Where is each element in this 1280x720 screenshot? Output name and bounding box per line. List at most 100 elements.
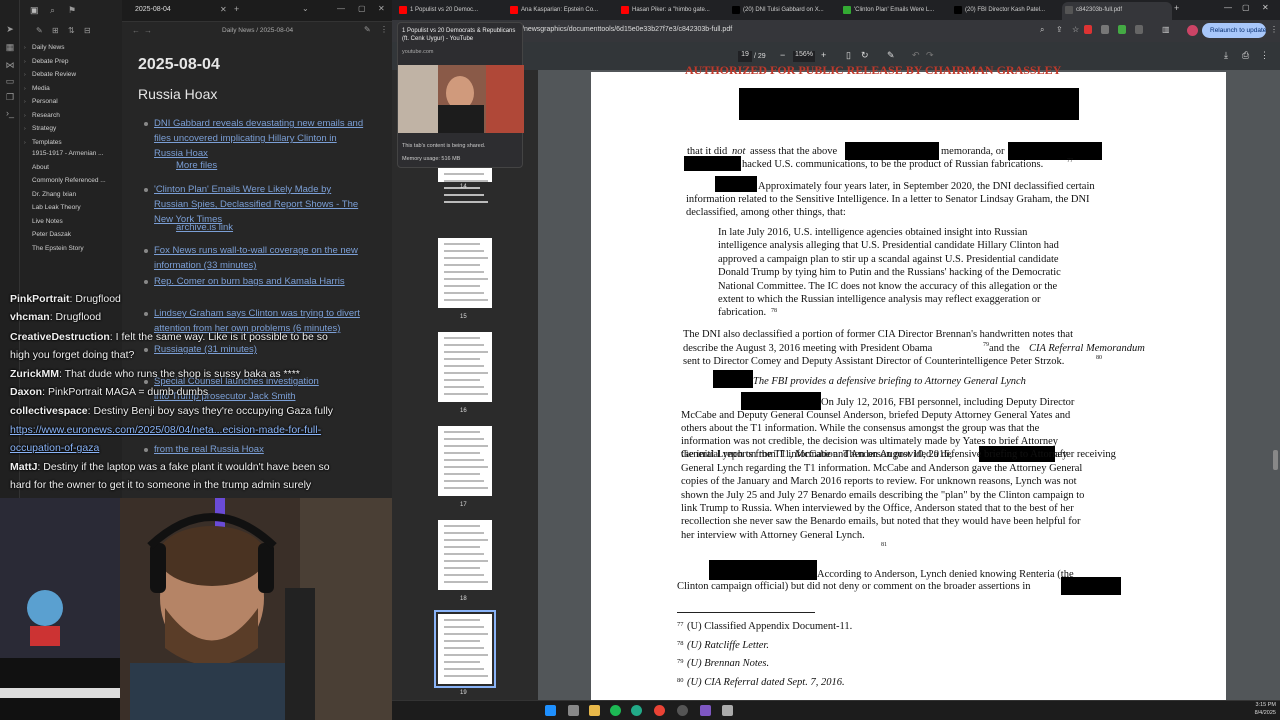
start-icon[interactable]	[545, 705, 556, 716]
send-icon[interactable]: ➤	[5, 24, 15, 34]
sidebar-item[interactable]: Dr. Zhang Ixian	[32, 191, 76, 198]
note-link[interactable]: information (33 minutes)	[154, 258, 256, 273]
sidebar-item[interactable]: Templates	[32, 139, 62, 146]
browser-tab[interactable]: (20) DNI Tulsi Gabbard on X...	[729, 2, 834, 20]
note-link[interactable]: Fox News runs wall-to-wall coverage on t…	[154, 243, 358, 258]
chevron-right-icon[interactable]: ›	[24, 140, 26, 146]
browser-tab[interactable]: Ana Kasparian: Epstein Co...	[507, 2, 612, 20]
sidebar-item[interactable]: Peter Daszak	[32, 231, 71, 238]
maximize-icon[interactable]: ▢	[1242, 3, 1250, 12]
new-folder-icon[interactable]: ⊞	[52, 26, 59, 35]
chat-link[interactable]: https://www.euronews.com/2025/08/04/neta…	[10, 424, 321, 436]
close-icon[interactable]: ✕	[1262, 3, 1269, 12]
browser-tab[interactable]: 'Clinton Plan' Emails Were L...	[840, 2, 945, 20]
note-link[interactable]: files uncovered implicating Hillary Clin…	[154, 131, 337, 146]
extension-icon[interactable]	[1084, 25, 1092, 34]
close-window-icon[interactable]: ✕	[378, 4, 385, 13]
url-field[interactable]: /newsgraphics/documenttools/6d15e0e33b27…	[522, 26, 732, 33]
forward-icon[interactable]: →	[144, 26, 152, 35]
browser-tab[interactable]: 1 Populist vs 20 Democ...	[396, 2, 501, 20]
browser-tab[interactable]: Hasan Piker: a "himbo gate...	[618, 2, 723, 20]
app-icon[interactable]	[631, 705, 642, 716]
sidebar-item[interactable]: Lab Leak Theory	[32, 204, 81, 211]
browser-tab[interactable]: c842303b-full.pdf	[1062, 2, 1172, 20]
browser-tab[interactable]: (20) FBI Director Kash Patel...	[951, 2, 1056, 20]
avatar[interactable]	[1187, 25, 1198, 36]
page-thumbnail[interactable]	[438, 426, 492, 496]
scrollbar-thumb[interactable]	[1273, 450, 1278, 470]
chevron-right-icon[interactable]: ›	[24, 86, 26, 92]
page-thumbnail[interactable]	[438, 238, 492, 308]
sidebar-icon[interactable]: ▥	[1162, 25, 1170, 34]
spotify-icon[interactable]	[610, 705, 621, 716]
collapse-icon[interactable]: ⊟	[84, 26, 91, 35]
note-link[interactable]: Rep. Comer on burn bags and Kamala Harri…	[154, 274, 345, 289]
chevron-down-icon[interactable]: ⌄	[302, 4, 309, 13]
sidebar-item[interactable]: Daily News	[32, 44, 65, 51]
file-explorer-icon[interactable]	[589, 705, 600, 716]
grid-icon[interactable]: ▦	[5, 42, 15, 52]
sidebar-item[interactable]: 1915-1917 - Armenian ...	[32, 150, 104, 157]
copy-icon[interactable]: ❐	[5, 92, 15, 102]
close-icon[interactable]: ✕	[220, 5, 227, 14]
note-link[interactable]: Russia Hoax	[154, 146, 208, 161]
chevron-right-icon[interactable]: ›	[24, 59, 26, 65]
chevron-right-icon[interactable]: ›	[24, 113, 26, 119]
sidebar-item[interactable]: Commonly Referenced ...	[32, 177, 106, 184]
zoom-out-button[interactable]: −	[780, 50, 785, 60]
note-link[interactable]: 'Clinton Plan' Emails Were Likely Made b…	[154, 182, 331, 197]
extension-icon[interactable]	[1118, 25, 1126, 34]
redo-icon[interactable]: ↷	[926, 50, 934, 61]
sidebar-item[interactable]: Live Notes	[32, 218, 63, 225]
calendar-icon[interactable]: ▭	[5, 76, 15, 86]
extension-icon[interactable]	[1135, 25, 1143, 34]
chrome-icon[interactable]	[654, 705, 665, 716]
taskview-icon[interactable]	[568, 705, 579, 716]
share-icon[interactable]: ⇪	[1056, 25, 1063, 34]
note-link[interactable]: DNI Gabbard reveals devastating new emai…	[154, 116, 363, 131]
note-link[interactable]: from the real Russia Hoax	[154, 442, 264, 457]
back-icon[interactable]: ←	[132, 26, 140, 35]
chevron-right-icon[interactable]: ›	[24, 126, 26, 132]
terminal-icon[interactable]: ›_	[5, 108, 15, 118]
graph-icon[interactable]: ⋈	[5, 60, 15, 70]
rotate-icon[interactable]: ↻	[861, 50, 869, 61]
clock-date[interactable]: 8/4/2025	[1240, 710, 1276, 716]
page-thumbnail[interactable]	[434, 610, 496, 688]
chevron-right-icon[interactable]: ›	[24, 72, 26, 78]
fit-page-icon[interactable]: ▯	[846, 50, 851, 61]
page-thumbnail[interactable]	[438, 520, 492, 590]
more-icon[interactable]: ⋮	[1260, 50, 1269, 61]
sidebar-item[interactable]: About	[32, 164, 49, 171]
note-link[interactable]: archive.is link	[176, 222, 233, 233]
annotate-icon[interactable]: ✎	[887, 50, 895, 61]
add-tab-icon[interactable]: +	[234, 4, 239, 14]
zoom-input[interactable]: 156%	[793, 51, 815, 62]
more-icon[interactable]: ⋮	[380, 25, 388, 34]
edit-icon[interactable]: ✎	[364, 25, 371, 34]
note-link[interactable]: More files	[176, 160, 217, 171]
page-number-input[interactable]: 19	[738, 51, 752, 62]
note-link[interactable]: Russiagate (31 minutes)	[154, 342, 257, 357]
sidebar-item[interactable]: Strategy	[32, 125, 56, 132]
app-icon[interactable]	[722, 705, 733, 716]
zoom-in-button[interactable]: +	[821, 50, 826, 60]
chevron-right-icon[interactable]: ›	[24, 45, 26, 51]
undo-icon[interactable]: ↶	[912, 50, 920, 61]
sort-icon[interactable]: ⇅	[68, 26, 75, 35]
print-icon[interactable]: ⎙	[1242, 50, 1249, 61]
chevron-right-icon[interactable]: ›	[24, 99, 26, 105]
star-icon[interactable]: ☆	[1072, 25, 1079, 34]
minimize-icon[interactable]: —	[337, 4, 345, 13]
sidebar-item[interactable]: Debate Review	[32, 71, 76, 78]
zoom-icon[interactable]: ⌕	[1040, 25, 1044, 35]
sidebar-item[interactable]: Research	[32, 112, 60, 119]
note-link[interactable]: Russian Spies, Declassified Report Shows…	[154, 197, 358, 212]
tab-note[interactable]: 2025-08-04	[135, 6, 171, 13]
obsidian-icon[interactable]	[700, 705, 711, 716]
sidebar-item[interactable]: Debate Prep	[32, 58, 69, 65]
maximize-icon[interactable]: ▢	[358, 4, 366, 13]
bookmark-icon[interactable]: ⚑	[68, 5, 76, 16]
sidebar-item[interactable]: Personal	[32, 98, 58, 105]
minimize-icon[interactable]: —	[1224, 3, 1232, 12]
